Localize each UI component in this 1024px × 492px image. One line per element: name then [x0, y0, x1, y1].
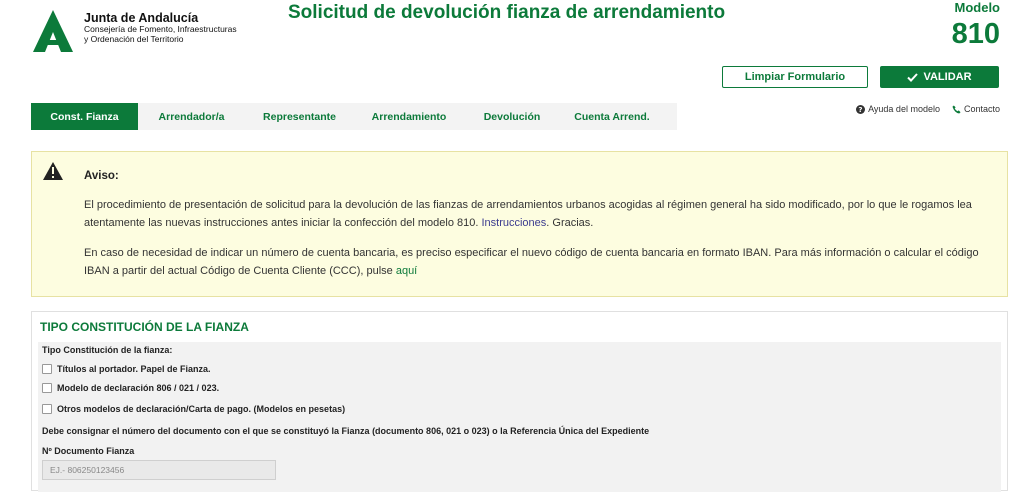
notice-paragraph-2: En caso de necesidad de indicar un númer…	[84, 244, 994, 280]
notice-box: Aviso: El procedimiento de presentación …	[31, 151, 1008, 297]
section-body: Tipo Constitución de la fianza: Títulos …	[38, 342, 1001, 492]
contacto-link[interactable]: Contacto	[952, 104, 1000, 114]
tipo-label: Tipo Constitución de la fianza:	[42, 345, 173, 355]
org-subtitle-2: y Ordenación del Territorio	[84, 34, 184, 45]
junta-andalucia-logo	[33, 10, 73, 52]
tab-devolucion[interactable]: Devolución	[464, 103, 560, 130]
validar-button[interactable]: VALIDAR	[880, 66, 999, 88]
notice-paragraph-1: El procedimiento de presentación de soli…	[84, 196, 994, 232]
warning-icon	[43, 162, 63, 180]
section-title: TIPO CONSTITUCIÓN DE LA FIANZA	[40, 320, 249, 334]
page-title: Solicitud de devolución fianza de arrend…	[288, 2, 726, 23]
page-header: Junta de Andalucía Consejería de Fomento…	[0, 0, 1024, 100]
documento-fianza-input[interactable]: EJ.- 806250123456	[42, 460, 276, 480]
notice-p2-text: En caso de necesidad de indicar un númer…	[84, 247, 979, 277]
option-label: Modelo de declaración 806 / 021 / 023.	[57, 383, 220, 393]
checkbox[interactable]	[42, 383, 52, 393]
tab-cuenta-arrend[interactable]: Cuenta Arrend.	[560, 103, 664, 130]
ayuda-label: Ayuda del modelo	[868, 104, 940, 114]
phone-icon	[952, 104, 961, 114]
modelo-number: 810	[951, 18, 1000, 50]
check-icon	[907, 72, 919, 82]
tab-representante[interactable]: Representante	[245, 103, 354, 130]
option-modelo-806[interactable]: Modelo de declaración 806 / 021 / 023.	[42, 383, 219, 393]
instruction-text: Debe consignar el número del documento c…	[42, 426, 650, 436]
notice-title: Aviso:	[84, 170, 119, 182]
tab-const-fianza[interactable]: Const. Fianza	[31, 103, 138, 130]
notice-p1-end: . Gracias.	[546, 217, 594, 229]
ayuda-link[interactable]: ? Ayuda del modelo	[856, 104, 940, 114]
modelo-label: Modelo	[954, 0, 1001, 15]
validar-label: VALIDAR	[923, 71, 972, 83]
tab-arrendamiento[interactable]: Arrendamiento	[354, 103, 464, 130]
checkbox[interactable]	[42, 364, 52, 374]
organization-block: Junta de Andalucía Consejería de Fomento…	[84, 11, 237, 45]
option-otros-modelos[interactable]: Otros modelos de declaración/Carta de pa…	[42, 404, 345, 414]
svg-text:?: ?	[858, 105, 862, 114]
option-titulos-portador[interactable]: Títulos al portador. Papel de Fianza.	[42, 364, 211, 374]
form-tabs: Const. Fianza Arrendador/a Representante…	[31, 103, 677, 130]
tab-arrendador[interactable]: Arrendador/a	[138, 103, 245, 130]
instrucciones-link[interactable]: Instrucciones	[481, 217, 546, 229]
checkbox[interactable]	[42, 404, 52, 414]
tipo-constitucion-section: TIPO CONSTITUCIÓN DE LA FIANZA Tipo Cons…	[31, 311, 1008, 492]
limpiar-formulario-button[interactable]: Limpiar Formulario	[722, 66, 868, 88]
option-label: Títulos al portador. Papel de Fianza.	[57, 364, 211, 374]
doc-label: Nº Documento Fianza	[42, 446, 135, 456]
question-circle-icon: ?	[856, 104, 866, 114]
option-label: Otros modelos de declaración/Carta de pa…	[57, 404, 346, 414]
help-links: ? Ayuda del modelo Contacto	[856, 104, 1000, 114]
contacto-label: Contacto	[963, 104, 1000, 114]
org-name: Junta de Andalucía	[84, 11, 199, 25]
iban-aqui-link[interactable]: aquí	[396, 265, 417, 277]
